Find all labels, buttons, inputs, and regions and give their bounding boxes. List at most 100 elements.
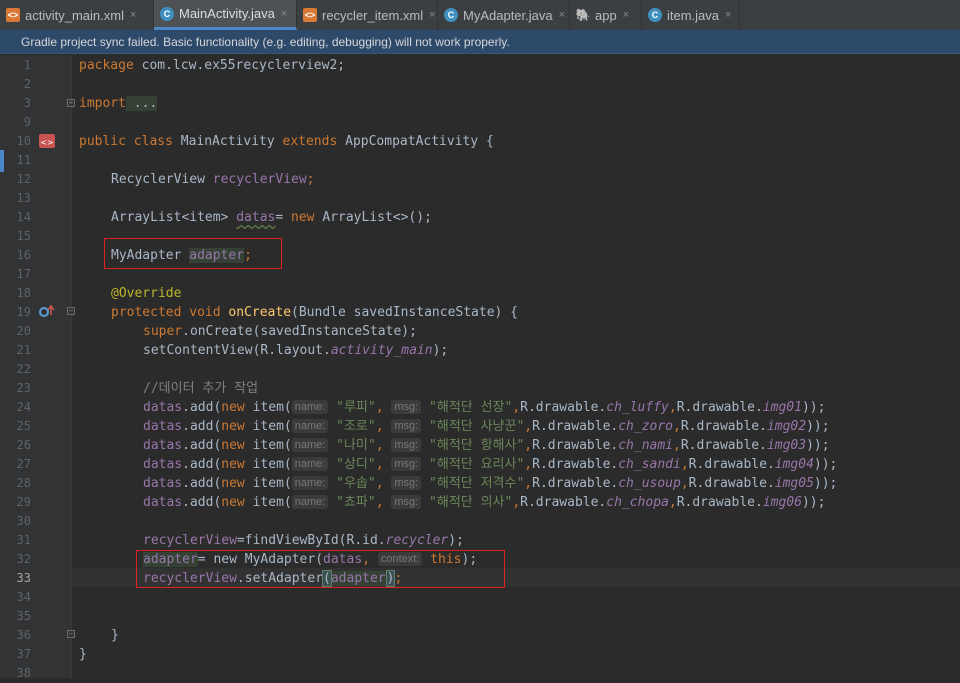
comma: , [375, 457, 392, 472]
tab-label: MainActivity.java [179, 6, 275, 21]
tab-activity-main-xml[interactable]: <> activity_main.xml × [0, 0, 154, 30]
java-class-icon: C [160, 6, 174, 21]
code-line-12[interactable]: RecyclerView recyclerView; [111, 170, 315, 189]
resource-ref: R.drawable. [676, 495, 763, 510]
comma: , [524, 438, 533, 453]
code-line-26[interactable]: datas.add(new item(name: "나미", msg: "해적단… [143, 436, 830, 455]
static-field: ch_usoup [618, 476, 681, 491]
close-icon[interactable]: × [559, 9, 565, 21]
close-icon[interactable]: × [281, 8, 287, 20]
tab-mainactivity-java[interactable]: C MainActivity.java × [154, 0, 297, 30]
gradle-icon: 🐘 [575, 8, 591, 22]
line-number: 27 [16, 457, 31, 471]
param-hint-msg: msg: [391, 495, 422, 509]
comma: , [524, 476, 533, 491]
line-number: 3 [23, 96, 31, 110]
tab-recycler-item-xml[interactable]: <> recycler_item.xml × [297, 0, 438, 30]
keyword: new [221, 419, 253, 434]
code-line-27[interactable]: datas.add(new item(name: "상디", msg: "해적단… [143, 455, 837, 474]
close-icon[interactable]: × [429, 9, 435, 21]
string-literal: "해적단 사냥꾼" [429, 419, 525, 434]
brace: } [79, 647, 87, 662]
xml-file-icon: <> [6, 8, 20, 22]
line-number: 31 [16, 533, 31, 547]
line-number: 11 [16, 153, 31, 167]
code-line-24[interactable]: datas.add(new item(name: "루피", msg: "해적단… [143, 398, 825, 417]
code-line-29[interactable]: datas.add(new item(name: "쵸파", msg: "해적단… [143, 493, 825, 512]
code-line-1[interactable]: package com.lcw.ex55recyclerview2; [79, 56, 345, 75]
red-highlight-box [136, 550, 505, 588]
comma: , [668, 495, 677, 510]
static-field: img04 [774, 457, 814, 472]
param-hint-msg: msg: [391, 438, 422, 452]
line-number: 34 [16, 590, 31, 604]
close-icon[interactable]: × [725, 9, 731, 21]
static-field: ch_chopa [606, 495, 669, 510]
code-line-23[interactable]: //데이터 추가 작업 [143, 379, 258, 398]
xml-file-icon: <> [303, 8, 317, 22]
annotation: @Override [111, 286, 182, 301]
code-line-10[interactable]: public class MainActivity extends AppCom… [79, 132, 494, 151]
code-line-25[interactable]: datas.add(new item(name: "조로", msg: "해적단… [143, 417, 830, 436]
code-line-21[interactable]: setContentView(R.layout.activity_main); [143, 341, 448, 360]
params: (Bundle savedInstanceState) { [291, 305, 519, 320]
line-number: 2 [23, 77, 31, 91]
field: datas [143, 476, 183, 491]
code-line-20[interactable]: super.onCreate(savedInstanceState); [143, 322, 417, 341]
fold-collapse-icon[interactable]: − [67, 630, 75, 638]
close-icon[interactable]: × [130, 9, 136, 21]
code-line-18[interactable]: @Override [111, 284, 181, 303]
svg-text:<>: <> [40, 138, 53, 147]
code-line-31[interactable]: recyclerView=findViewById(R.id.recycler)… [143, 531, 464, 550]
code-line-19[interactable]: protected void onCreate(Bundle savedInst… [111, 303, 518, 322]
string-literal: "우솝" [336, 476, 376, 491]
activity-layout-icon[interactable]: <> [38, 133, 56, 149]
constructor: item( [252, 476, 292, 491]
gradle-sync-banner: Gradle project sync failed. Basic functi… [0, 30, 960, 54]
fold-collapse-icon[interactable]: − [67, 307, 75, 315]
code-line-36[interactable]: } [111, 626, 119, 645]
tab-item-java[interactable]: C item.java × [642, 0, 740, 30]
line-number: 35 [16, 609, 31, 623]
line-number: 12 [16, 172, 31, 186]
code-line-3[interactable]: import ... [79, 94, 158, 113]
static-field: ch_luffy [606, 400, 669, 415]
call: .add( [182, 400, 222, 415]
constructor: item( [252, 457, 292, 472]
tab-app[interactable]: 🐘 app × [570, 0, 642, 30]
code-line-37[interactable]: } [79, 645, 87, 664]
call-end: )); [813, 457, 838, 472]
resource-ref: R.drawable. [532, 476, 619, 491]
code-line-28[interactable]: datas.add(new item(name: "우솝", msg: "해적단… [143, 474, 837, 493]
resource-ref: R.drawable. [688, 476, 775, 491]
line-number: 13 [16, 191, 31, 205]
class-name: MainActivity [180, 134, 283, 149]
editor-tab-bar: <> activity_main.xml × C MainActivity.ja… [0, 0, 960, 31]
resource-ref: R.drawable. [688, 457, 775, 472]
tab-label: activity_main.xml [25, 7, 124, 23]
line-number: 16 [16, 248, 31, 262]
type: RecyclerView [111, 172, 213, 187]
close-icon[interactable]: × [623, 9, 629, 21]
call-end: )); [806, 419, 830, 434]
resource-ref: R.drawable. [532, 457, 619, 472]
static-field: recycler [385, 533, 449, 548]
folded-imports[interactable]: ... [125, 96, 158, 111]
red-highlight-box [104, 238, 282, 269]
comma: , [680, 457, 689, 472]
comma: , [375, 476, 392, 491]
param-hint-name: name: [291, 495, 329, 509]
keyword: new [221, 476, 253, 491]
code-line-14[interactable]: ArrayList<item> datas= new ArrayList<>()… [111, 208, 432, 227]
fold-expand-icon[interactable]: + [67, 99, 75, 107]
constructor: item( [252, 495, 292, 510]
tab-myadapter-java[interactable]: C MyAdapter.java × [438, 0, 570, 30]
line-number: 22 [16, 362, 31, 376]
override-method-icon[interactable] [38, 304, 56, 318]
line-number: 28 [16, 476, 31, 490]
